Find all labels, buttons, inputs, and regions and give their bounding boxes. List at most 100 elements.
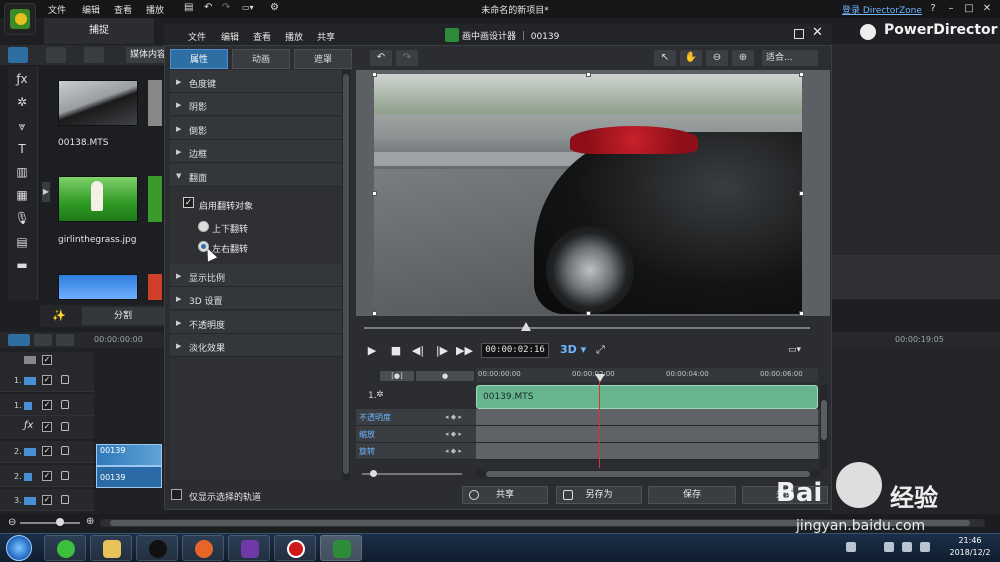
keyframe-track[interactable]	[476, 443, 818, 459]
video-preview[interactable]	[374, 74, 802, 314]
keyframe-nav-icon[interactable]: ◂ ◆ ▸	[445, 447, 462, 455]
lock-icon[interactable]	[61, 422, 69, 431]
lock-icon[interactable]	[61, 400, 69, 409]
hand-tool-icon[interactable]: ✋	[680, 50, 702, 66]
resize-handle[interactable]	[586, 311, 591, 316]
undo-icon[interactable]: ↶	[204, 2, 212, 13]
enable-flip-checkbox[interactable]: ✓	[183, 197, 194, 208]
show-selected-track-checkbox[interactable]	[171, 489, 182, 500]
timecode-display[interactable]: 00:00:02:16	[481, 343, 549, 358]
media-thumb-sky[interactable]	[58, 274, 138, 300]
zoom-in-icon[interactable]: ⊕	[732, 50, 754, 66]
storyboard-view-button[interactable]	[34, 334, 52, 346]
resize-handle[interactable]	[799, 311, 804, 316]
chapter-icon[interactable]: ▤	[14, 235, 30, 249]
pip-timeline-zoom-slider[interactable]	[362, 473, 462, 475]
redo-icon[interactable]: ↷	[222, 2, 230, 13]
audio-mixing-icon[interactable]: ▦	[14, 188, 30, 202]
pip-timeline-hscroll-thumb[interactable]	[486, 471, 810, 477]
play-icon[interactable]: ▶	[364, 343, 380, 359]
prev-frame-icon[interactable]: ◀|	[410, 343, 426, 359]
chevron-right-icon[interactable]: ▶	[42, 182, 50, 202]
voice-over-icon[interactable]: 🎙	[14, 211, 30, 225]
login-directorzone-link[interactable]: 登录 DirectorZone	[842, 3, 922, 16]
zoom-in-icon[interactable]: ⊕	[86, 516, 94, 527]
import-button[interactable]	[46, 47, 66, 63]
keyframe-view-button[interactable]: [●]	[380, 371, 414, 381]
save-icon[interactable]: ▤	[184, 2, 193, 13]
menu-play[interactable]: 播放	[146, 3, 164, 16]
media-thumb-partial[interactable]	[148, 274, 162, 300]
viewer-seek-handle[interactable]	[521, 322, 531, 331]
media-thumb-girlinthegrass[interactable]	[58, 176, 138, 222]
keyframe-track[interactable]	[476, 426, 818, 442]
resize-handle[interactable]	[799, 72, 804, 77]
tray-clock-date[interactable]: 2018/12/2	[940, 548, 1000, 557]
timeline-view-button[interactable]	[8, 334, 30, 346]
taskbar-app-explorer[interactable]	[90, 535, 132, 561]
media-room-button[interactable]	[8, 47, 28, 63]
save-as-button[interactable]: 另存为	[556, 486, 642, 504]
pip-objects-icon[interactable]: ✲	[14, 95, 30, 109]
track-enable-checkbox[interactable]: ✓	[42, 375, 52, 385]
fast-forward-icon[interactable]: ▶▶	[456, 343, 473, 359]
resize-handle[interactable]	[799, 191, 804, 196]
zoom-out-icon[interactable]: ⊖	[8, 517, 16, 528]
track-enable-checkbox[interactable]: ✓	[42, 495, 52, 505]
split-button[interactable]: 分割	[82, 307, 164, 325]
pip-timeline-zoom-handle[interactable]	[370, 470, 377, 477]
title-text-icon[interactable]: T	[14, 142, 30, 156]
tray-network-icon[interactable]	[902, 542, 912, 552]
pip-clip[interactable]: 00139.MTS	[476, 385, 818, 409]
media-thumb-partial[interactable]	[148, 176, 162, 222]
resize-handle[interactable]	[372, 72, 377, 77]
timeline-clip-video[interactable]: 00139	[96, 444, 162, 466]
taskbar-app-firefox[interactable]	[182, 535, 224, 561]
flip-updown-radio[interactable]	[198, 221, 209, 232]
properties-scrollbar-thumb[interactable]	[343, 74, 349, 474]
media-thumb-partial[interactable]	[148, 80, 162, 126]
taskbar-app-media[interactable]	[228, 535, 270, 561]
keyframe-nav-icon[interactable]: ◂ ◆ ▸	[445, 413, 462, 421]
pip-close-icon[interactable]: ✕	[812, 25, 823, 40]
subtitle-icon[interactable]: ▬	[14, 258, 30, 272]
resize-handle[interactable]	[372, 311, 377, 316]
lock-icon[interactable]	[61, 446, 69, 455]
slideshow-view-button[interactable]	[56, 334, 74, 346]
zoom-slider-handle[interactable]	[56, 518, 64, 526]
fx-icon[interactable]: ƒx	[14, 72, 30, 86]
timer-view-button[interactable]: ●	[416, 371, 474, 381]
menu-view[interactable]: 查看	[114, 3, 132, 16]
keyframe-track[interactable]	[476, 409, 818, 425]
undo-icon[interactable]: ↶	[370, 50, 392, 66]
lock-icon[interactable]	[61, 471, 69, 480]
redo-icon[interactable]: ↷	[396, 50, 418, 66]
stop-icon[interactable]: ■	[388, 343, 404, 359]
particle-icon[interactable]: ⩔	[14, 119, 30, 133]
tray-volume-icon[interactable]	[920, 542, 930, 552]
keyframe-nav-icon[interactable]: ◂ ◆ ▸	[445, 430, 462, 438]
pip-menu-file[interactable]: 文件	[188, 30, 206, 43]
magic-tools-icon[interactable]: ✨	[48, 307, 70, 325]
maximize-button[interactable]: □	[962, 2, 976, 16]
close-button[interactable]: ✕	[980, 2, 994, 16]
resize-handle[interactable]	[586, 72, 591, 77]
next-frame-icon[interactable]: |▶	[434, 343, 450, 359]
pip-menu-share[interactable]: 共享	[317, 30, 335, 43]
resolution-icon[interactable]: ▭▾	[242, 3, 254, 12]
plugin-button[interactable]	[84, 47, 104, 63]
zoom-slider[interactable]	[20, 522, 80, 524]
tray-keyboard-icon[interactable]	[846, 542, 856, 552]
pip-playhead[interactable]	[599, 374, 600, 468]
tab-properties[interactable]: 属性	[170, 49, 228, 69]
tray-flag-icon[interactable]	[884, 542, 894, 552]
tab-capture[interactable]: 捕捉	[44, 18, 154, 44]
transition-icon[interactable]: ▥	[14, 165, 30, 179]
help-button[interactable]: ?	[926, 2, 940, 16]
taskbar-app-recorder[interactable]	[274, 535, 316, 561]
save-button[interactable]: 保存	[648, 486, 736, 504]
pip-maximize-button[interactable]	[794, 29, 804, 39]
start-button[interactable]	[6, 535, 32, 561]
pip-menu-play[interactable]: 播放	[285, 30, 303, 43]
lock-icon[interactable]	[61, 495, 69, 504]
